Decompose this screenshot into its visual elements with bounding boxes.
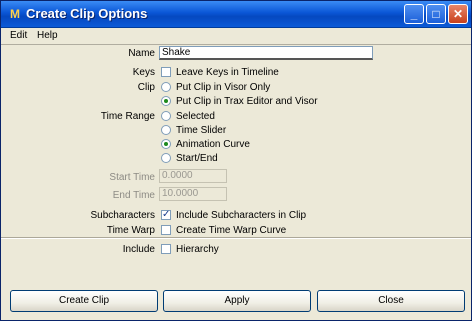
create-clip-button[interactable]: Create Clip (10, 290, 158, 312)
subcharacters-label: Subcharacters (90, 210, 155, 221)
clip-trax-visor-label: Put Clip in Trax Editor and Visor (176, 96, 318, 107)
create-clip-options-window: M Create Clip Options _ □ ✕ Edit Help Na… (0, 0, 472, 321)
title-bar[interactable]: M Create Clip Options _ □ ✕ (1, 1, 471, 28)
time-range-label: Time Range (100, 111, 155, 122)
menu-edit[interactable]: Edit (10, 30, 27, 41)
keys-label: Keys (132, 67, 155, 78)
close-icon[interactable]: ✕ (448, 4, 468, 24)
time-range-curve-radio[interactable] (161, 139, 171, 149)
include-subcharacters-checkbox[interactable]: ✓ (161, 210, 171, 220)
clip-label: Clip (137, 82, 155, 93)
window-title: Create Clip Options (26, 6, 148, 21)
maximize-icon[interactable]: □ (426, 4, 446, 24)
section-divider (1, 237, 471, 239)
time-range-slider-radio[interactable] (161, 125, 171, 135)
close-button[interactable]: Close (317, 290, 465, 312)
hierarchy-checkbox[interactable] (161, 244, 171, 254)
start-time-field[interactable]: 0.0000 (159, 169, 227, 183)
time-warp-option-label: Create Time Warp Curve (176, 225, 287, 236)
include-label: Include (122, 244, 155, 255)
time-range-curve-label: Animation Curve (176, 139, 250, 150)
include-subcharacters-label: Include Subcharacters in Clip (176, 210, 307, 221)
name-label: Name (128, 48, 155, 59)
time-range-selected-radio[interactable] (161, 111, 171, 121)
time-warp-checkbox[interactable] (161, 225, 171, 235)
time-range-slider-label: Time Slider (176, 125, 227, 136)
apply-button[interactable]: Apply (163, 290, 311, 312)
time-warp-label: Time Warp (106, 225, 155, 236)
time-range-startend-label: Start/End (176, 153, 218, 164)
minimize-icon[interactable]: _ (404, 4, 424, 24)
leave-keys-label: Leave Keys in Timeline (176, 67, 279, 78)
end-time-field[interactable]: 10.0000 (159, 187, 227, 201)
name-field[interactable]: Shake (159, 46, 373, 60)
maya-icon: M (10, 7, 20, 21)
menu-help[interactable]: Help (37, 30, 58, 41)
hierarchy-label: Hierarchy (176, 244, 219, 255)
leave-keys-checkbox[interactable] (161, 67, 171, 77)
clip-visor-only-label: Put Clip in Visor Only (176, 82, 271, 93)
start-time-label: Start Time (109, 172, 155, 183)
clip-visor-only-radio[interactable] (161, 82, 171, 92)
menu-bar: Edit Help (1, 28, 471, 45)
clip-trax-visor-radio[interactable] (161, 96, 171, 106)
time-range-startend-radio[interactable] (161, 153, 171, 163)
time-range-selected-label: Selected (176, 111, 215, 122)
end-time-label: End Time (112, 190, 155, 201)
